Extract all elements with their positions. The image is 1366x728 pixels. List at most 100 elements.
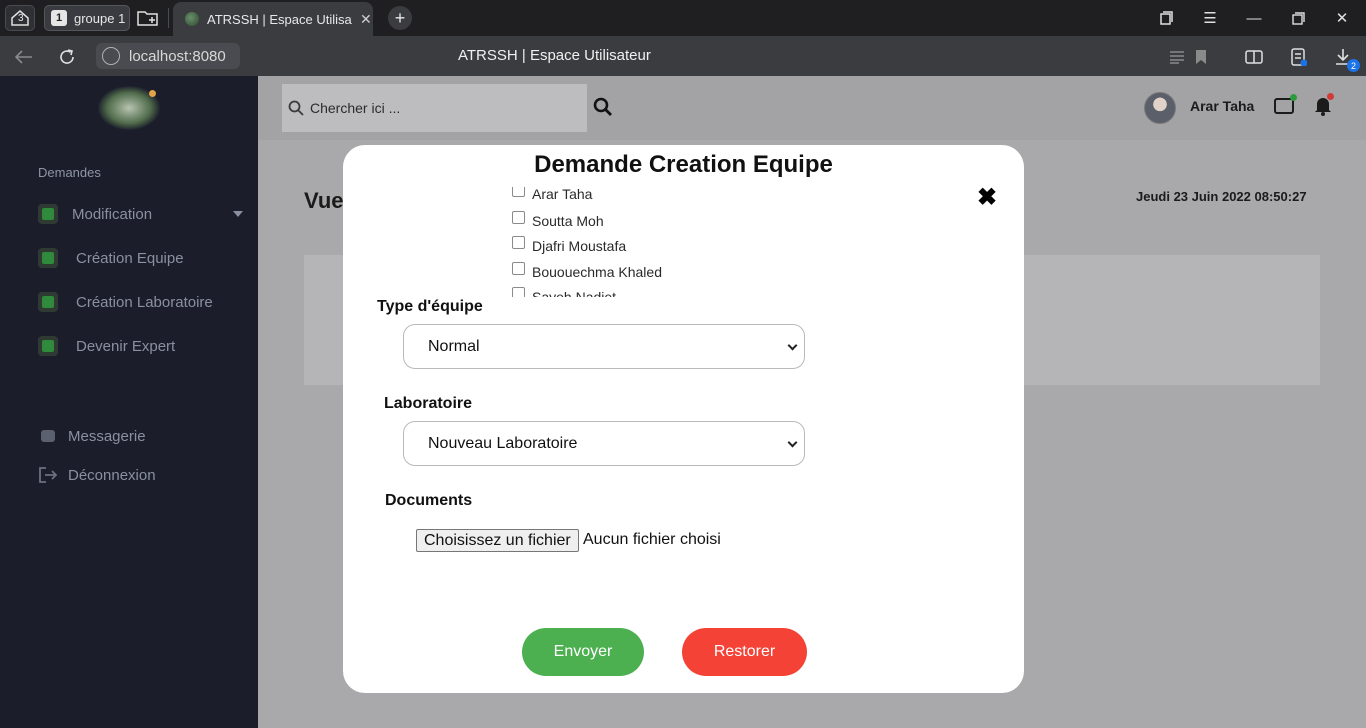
member-checkbox-item[interactable]: Soutta Moh [512, 210, 604, 229]
search-placeholder: Chercher ici ... [310, 100, 401, 116]
documents-label: Documents [385, 492, 473, 509]
team-icon [38, 248, 58, 268]
lab-label: Laboratoire [384, 395, 473, 412]
team-type-select[interactable]: Normal [403, 324, 805, 369]
downloads-count: 2 [1347, 59, 1360, 72]
sidebar-item-label: Messagerie [68, 427, 146, 445]
folder-plus-icon [137, 11, 158, 26]
sidebar: Demandes Modification Création Equipe Cr… [0, 76, 258, 728]
sidebar-item-label: Devenir Expert [76, 337, 176, 355]
user-name[interactable]: Arar Taha [1190, 98, 1254, 114]
sidebar-item-label: Modification [72, 205, 153, 223]
checkbox[interactable] [512, 187, 525, 197]
reader-icon [1170, 51, 1184, 64]
bookmark-icon [1196, 50, 1206, 64]
site-logo[interactable] [98, 86, 160, 130]
team-type-value: Normal [428, 337, 480, 355]
reload-button[interactable] [56, 46, 78, 68]
bell-icon[interactable] [1314, 93, 1334, 116]
sidebar-section-title: Demandes [38, 165, 101, 180]
reset-button[interactable]: Restorer [682, 628, 807, 676]
page-title: Vue [304, 188, 344, 213]
bookmark-button[interactable] [1190, 46, 1212, 68]
back-arrow-icon [15, 50, 32, 64]
close-icon[interactable]: ✖ [977, 183, 997, 212]
minimize-button[interactable]: — [1242, 6, 1266, 30]
tabbar-divider [168, 8, 169, 28]
member-name: Djafri Moustafa [532, 238, 627, 254]
sidebar-item-creation-laboratoire[interactable]: Création Laboratoire [38, 292, 213, 312]
file-status: Aucun fichier choisi [583, 531, 721, 548]
site-favicon-icon [185, 12, 199, 26]
notification-dot [1327, 93, 1334, 100]
member-name: Sayeh Nadjet [532, 289, 617, 297]
new-group-button[interactable] [134, 5, 162, 31]
members-checklist[interactable]: Arar Taha Soutta Moh Djafri Moustafa Bou… [512, 187, 812, 297]
logout-icon [38, 465, 58, 485]
notes-icon [1291, 48, 1307, 66]
create-team-modal: Demande Creation Equipe ✖ Arar Taha Sout… [343, 145, 1024, 693]
checkbox[interactable] [512, 261, 525, 275]
sidebar-item-devenir-expert[interactable]: Devenir Expert [38, 336, 175, 356]
checkbox[interactable] [512, 286, 525, 297]
team-type-label: Type d'équipe [377, 298, 483, 315]
checkbox[interactable] [512, 235, 525, 249]
chevron-down-icon [787, 437, 798, 448]
search-icon [288, 100, 304, 116]
logo-dot [149, 90, 156, 97]
current-datetime: Jeudi 23 Juin 2022 08:50:27 [1136, 189, 1307, 204]
member-checkbox-item[interactable]: Sayeh Nadjet [512, 286, 617, 297]
reader-mode-button[interactable] [1166, 46, 1188, 68]
lab-value: Nouveau Laboratoire [428, 434, 578, 452]
tab-close-icon[interactable]: ✕ [360, 11, 372, 28]
submit-button[interactable]: Envoyer [522, 628, 644, 676]
sidebar-item-messagerie[interactable]: Messagerie [38, 426, 146, 446]
member-checkbox-item[interactable]: Djafri Moustafa [512, 235, 627, 254]
inbox-icon[interactable] [1274, 94, 1297, 114]
workspace-count: 3 [18, 13, 24, 24]
search-submit-icon[interactable] [592, 96, 614, 118]
split-view-button[interactable] [1243, 46, 1265, 68]
flask-icon [38, 292, 58, 312]
tab-title: ATRSSH | Espace Utilisateur [207, 11, 352, 27]
menu-button[interactable]: ☰ [1198, 6, 1222, 30]
file-choose-button[interactable]: Choisissez un fichier [416, 529, 579, 552]
lab-select[interactable]: Nouveau Laboratoire [403, 421, 805, 466]
member-checkbox-item[interactable]: Arar Taha [512, 187, 592, 202]
close-window-button[interactable]: ✕ [1330, 6, 1354, 30]
reload-icon [60, 49, 74, 64]
search-field[interactable]: Chercher ici ... [282, 84, 587, 132]
workspaces-button[interactable]: 3 [5, 5, 35, 31]
sidebar-item-deconnexion[interactable]: Déconnexion [38, 465, 156, 485]
tab-active[interactable]: ATRSSH | Espace Utilisateur ✕ [173, 2, 373, 36]
chat-icon [38, 426, 58, 446]
url-field[interactable]: localhost:8080 [96, 43, 240, 69]
downloads-button[interactable]: 2 [1332, 46, 1360, 72]
avatar[interactable] [1144, 92, 1176, 124]
restore-button[interactable] [1286, 6, 1310, 30]
sidebar-item-label: Déconnexion [68, 466, 156, 484]
back-button[interactable] [13, 46, 35, 68]
checkbox[interactable] [512, 210, 525, 224]
notes-button[interactable] [1288, 46, 1310, 68]
tab-group-label: groupe 1 [74, 10, 126, 26]
sidebar-item-label: Création Laboratoire [76, 293, 213, 311]
tab-stack-icon [1160, 11, 1173, 25]
split-view-icon [1245, 50, 1263, 64]
browser-tabbar: 3 1 groupe 1 ATRSSH | Espace Utilisateur… [0, 0, 1366, 36]
tab-stack-button[interactable] [1154, 6, 1178, 30]
site-info-icon[interactable] [102, 47, 120, 65]
new-tab-button[interactable]: + [388, 6, 412, 30]
sidebar-item-modification[interactable]: Modification [38, 204, 152, 224]
member-checkbox-item[interactable]: Bououechma Khaled [512, 261, 662, 280]
chevron-down-icon[interactable] [233, 211, 243, 217]
tab-group-button[interactable]: 1 groupe 1 [44, 5, 130, 31]
user-edit-icon [38, 204, 58, 224]
member-name: Bououechma Khaled [532, 264, 662, 280]
modal-title: Demande Creation Equipe [534, 151, 833, 178]
sidebar-item-creation-equipe[interactable]: Création Equipe [38, 248, 184, 268]
chevron-down-icon [787, 340, 798, 351]
briefcase-icon [38, 336, 58, 356]
sidebar-item-label: Création Equipe [76, 249, 184, 267]
address-bar: localhost:8080 ATRSSH | Espace Utilisate… [0, 36, 1366, 76]
